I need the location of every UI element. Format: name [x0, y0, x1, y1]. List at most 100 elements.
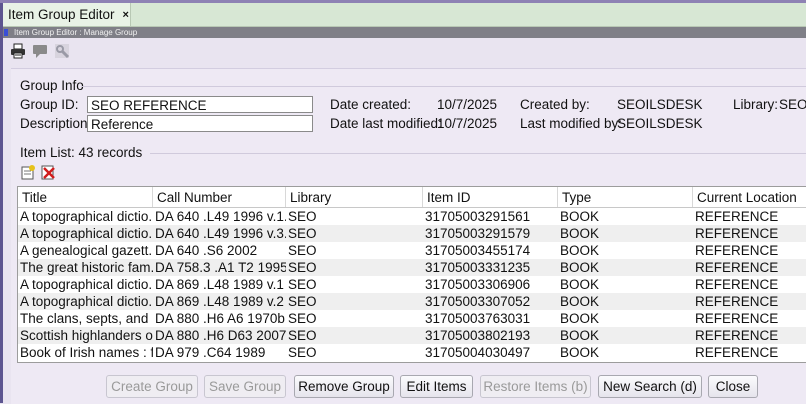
cell-current-location: REFERENCE — [695, 311, 779, 326]
cell-library: SEO — [288, 345, 317, 360]
modified-by-label: Last modified by: — [520, 116, 623, 131]
cell-current-location: REFERENCE — [695, 209, 779, 224]
cell-current-location: REFERENCE — [695, 345, 779, 360]
cell-type: BOOK — [560, 243, 600, 258]
cell-library: SEO — [288, 311, 317, 326]
cell-item-id: 31705003455174 — [425, 243, 531, 258]
table-header: Title Call Number Library Item ID Type C… — [18, 187, 806, 208]
table-row[interactable]: Book of Irish names : f... DA 979 .C64 1… — [18, 344, 806, 361]
cell-title: A topographical dictio... — [20, 209, 153, 224]
cell-call-number: DA 869 .L48 1989 v.1 — [155, 277, 284, 292]
tab-title: Item Group Editor — [8, 7, 115, 22]
column-header-type[interactable]: Type — [558, 187, 693, 207]
table-row[interactable]: A topographical dictio... DA 869 .L48 19… — [18, 293, 806, 310]
cell-title: A topographical dictio... — [20, 226, 153, 241]
comment-icon[interactable] — [32, 43, 48, 59]
window-left-border — [0, 3, 3, 403]
cell-call-number: DA 880 .H6 A6 1970b — [155, 311, 285, 326]
cell-title: A genealogical gazett... — [20, 243, 153, 258]
column-header-current-location[interactable]: Current Location — [693, 187, 806, 207]
cell-type: BOOK — [560, 328, 600, 343]
printer-icon[interactable] — [10, 43, 26, 59]
group-id-label: Group ID: — [20, 97, 79, 112]
tab-bar: Item Group Editor × — [3, 3, 806, 27]
cell-type: BOOK — [560, 311, 600, 326]
column-header-item-id[interactable]: Item ID — [423, 187, 558, 207]
column-header-title[interactable]: Title — [18, 187, 153, 207]
library-value: SEO — [779, 97, 806, 112]
cell-current-location: REFERENCE — [695, 277, 779, 292]
cell-item-id: 31705003331235 — [425, 260, 531, 275]
table-row[interactable]: A topographical dictio... DA 640 .L49 19… — [18, 208, 806, 225]
table-row[interactable]: A topographical dictio... DA 640 .L49 19… — [18, 225, 806, 242]
cell-item-id: 31705003291579 — [425, 226, 531, 241]
table-row[interactable]: Scottish highlanders o... DA 880 .H6 D63… — [18, 327, 806, 344]
cell-type: BOOK — [560, 209, 600, 224]
cell-current-location: REFERENCE — [695, 260, 779, 275]
cell-call-number: DA 640 .S6 2002 — [155, 243, 258, 258]
cell-item-id: 31705003291561 — [425, 209, 531, 224]
cell-title: A topographical dictio... — [20, 294, 153, 309]
group-info-divider — [82, 86, 806, 87]
table-row[interactable]: The great historic fam... DA 758.3 .A1 T… — [18, 259, 806, 276]
cell-title: Book of Irish names : f... — [20, 345, 153, 360]
add-item-icon[interactable] — [20, 164, 36, 180]
cell-type: BOOK — [560, 345, 600, 360]
cell-call-number: DA 880 .H6 D63 2007 — [155, 328, 286, 343]
remove-group-button[interactable]: Remove Group — [294, 375, 394, 398]
cell-item-id: 31705003306906 — [425, 277, 531, 292]
cell-item-id: 31705004030497 — [425, 345, 531, 360]
created-by-value: SEOILSDESK — [617, 97, 703, 112]
date-modified-label: Date last modified: — [330, 116, 442, 131]
item-table: Title Call Number Library Item ID Type C… — [17, 186, 806, 363]
column-header-library[interactable]: Library — [286, 187, 423, 207]
cell-type: BOOK — [560, 277, 600, 292]
date-created-value: 10/7/2025 — [437, 97, 498, 112]
cell-item-id: 31705003802193 — [425, 328, 531, 343]
cell-library: SEO — [288, 294, 317, 309]
description-label: Description: — [20, 116, 92, 131]
restore-items-button[interactable]: Restore Items (b) — [480, 375, 591, 398]
cell-library: SEO — [288, 328, 317, 343]
item-list-legend: Item List: 43 records — [20, 145, 143, 160]
date-modified-value: 10/7/2025 — [437, 116, 498, 131]
cell-item-id: 31705003307052 — [425, 294, 531, 309]
group-id-field[interactable]: SEO REFERENCE — [87, 96, 313, 113]
edit-items-button[interactable]: Edit Items — [400, 375, 473, 398]
cell-type: BOOK — [560, 260, 600, 275]
tab-item-group-editor[interactable]: Item Group Editor × — [3, 3, 131, 26]
table-row[interactable]: The clans, septs, and ... DA 880 .H6 A6 … — [18, 310, 806, 327]
tab-close-icon[interactable]: × — [123, 9, 129, 21]
cell-library: SEO — [288, 226, 317, 241]
cell-current-location: REFERENCE — [695, 294, 779, 309]
modified-by-value: SEOILSDESK — [617, 116, 703, 131]
breadcrumb-marker-icon — [4, 29, 8, 36]
table-row[interactable]: A topographical dictio... DA 869 .L48 19… — [18, 276, 806, 293]
save-group-button[interactable]: Save Group — [204, 375, 286, 398]
cell-type: BOOK — [560, 226, 600, 241]
cell-current-location: REFERENCE — [695, 226, 779, 241]
cell-call-number: DA 869 .L48 1989 v.2 — [155, 294, 284, 309]
cell-title: Scottish highlanders o... — [20, 328, 153, 343]
close-button[interactable]: Close — [708, 375, 758, 398]
description-field[interactable]: Reference — [87, 115, 313, 132]
cell-title: A topographical dictio... — [20, 277, 153, 292]
cell-title: The clans, septs, and ... — [20, 311, 153, 326]
cell-library: SEO — [288, 260, 317, 275]
cell-call-number: DA 979 .C64 1989 — [155, 345, 266, 360]
remove-item-icon[interactable] — [40, 164, 56, 180]
table-row[interactable]: A genealogical gazett... DA 640 .S6 2002… — [18, 242, 806, 259]
created-by-label: Created by: — [520, 97, 590, 112]
cell-call-number: DA 640 .L49 1996 v.1... — [155, 209, 286, 224]
cell-type: BOOK — [560, 294, 600, 309]
tools-icon[interactable] — [54, 43, 70, 59]
toolbar — [10, 42, 70, 60]
cell-current-location: REFERENCE — [695, 328, 779, 343]
column-header-call-number[interactable]: Call Number — [153, 187, 286, 207]
date-created-label: Date created: — [330, 97, 412, 112]
create-group-button[interactable]: Create Group — [106, 375, 198, 398]
cell-call-number: DA 640 .L49 1996 v.3... — [155, 226, 286, 241]
breadcrumb: Item Group Editor : Manage Group — [3, 27, 806, 38]
new-search-button[interactable]: New Search (d) — [598, 375, 702, 398]
cell-library: SEO — [288, 277, 317, 292]
